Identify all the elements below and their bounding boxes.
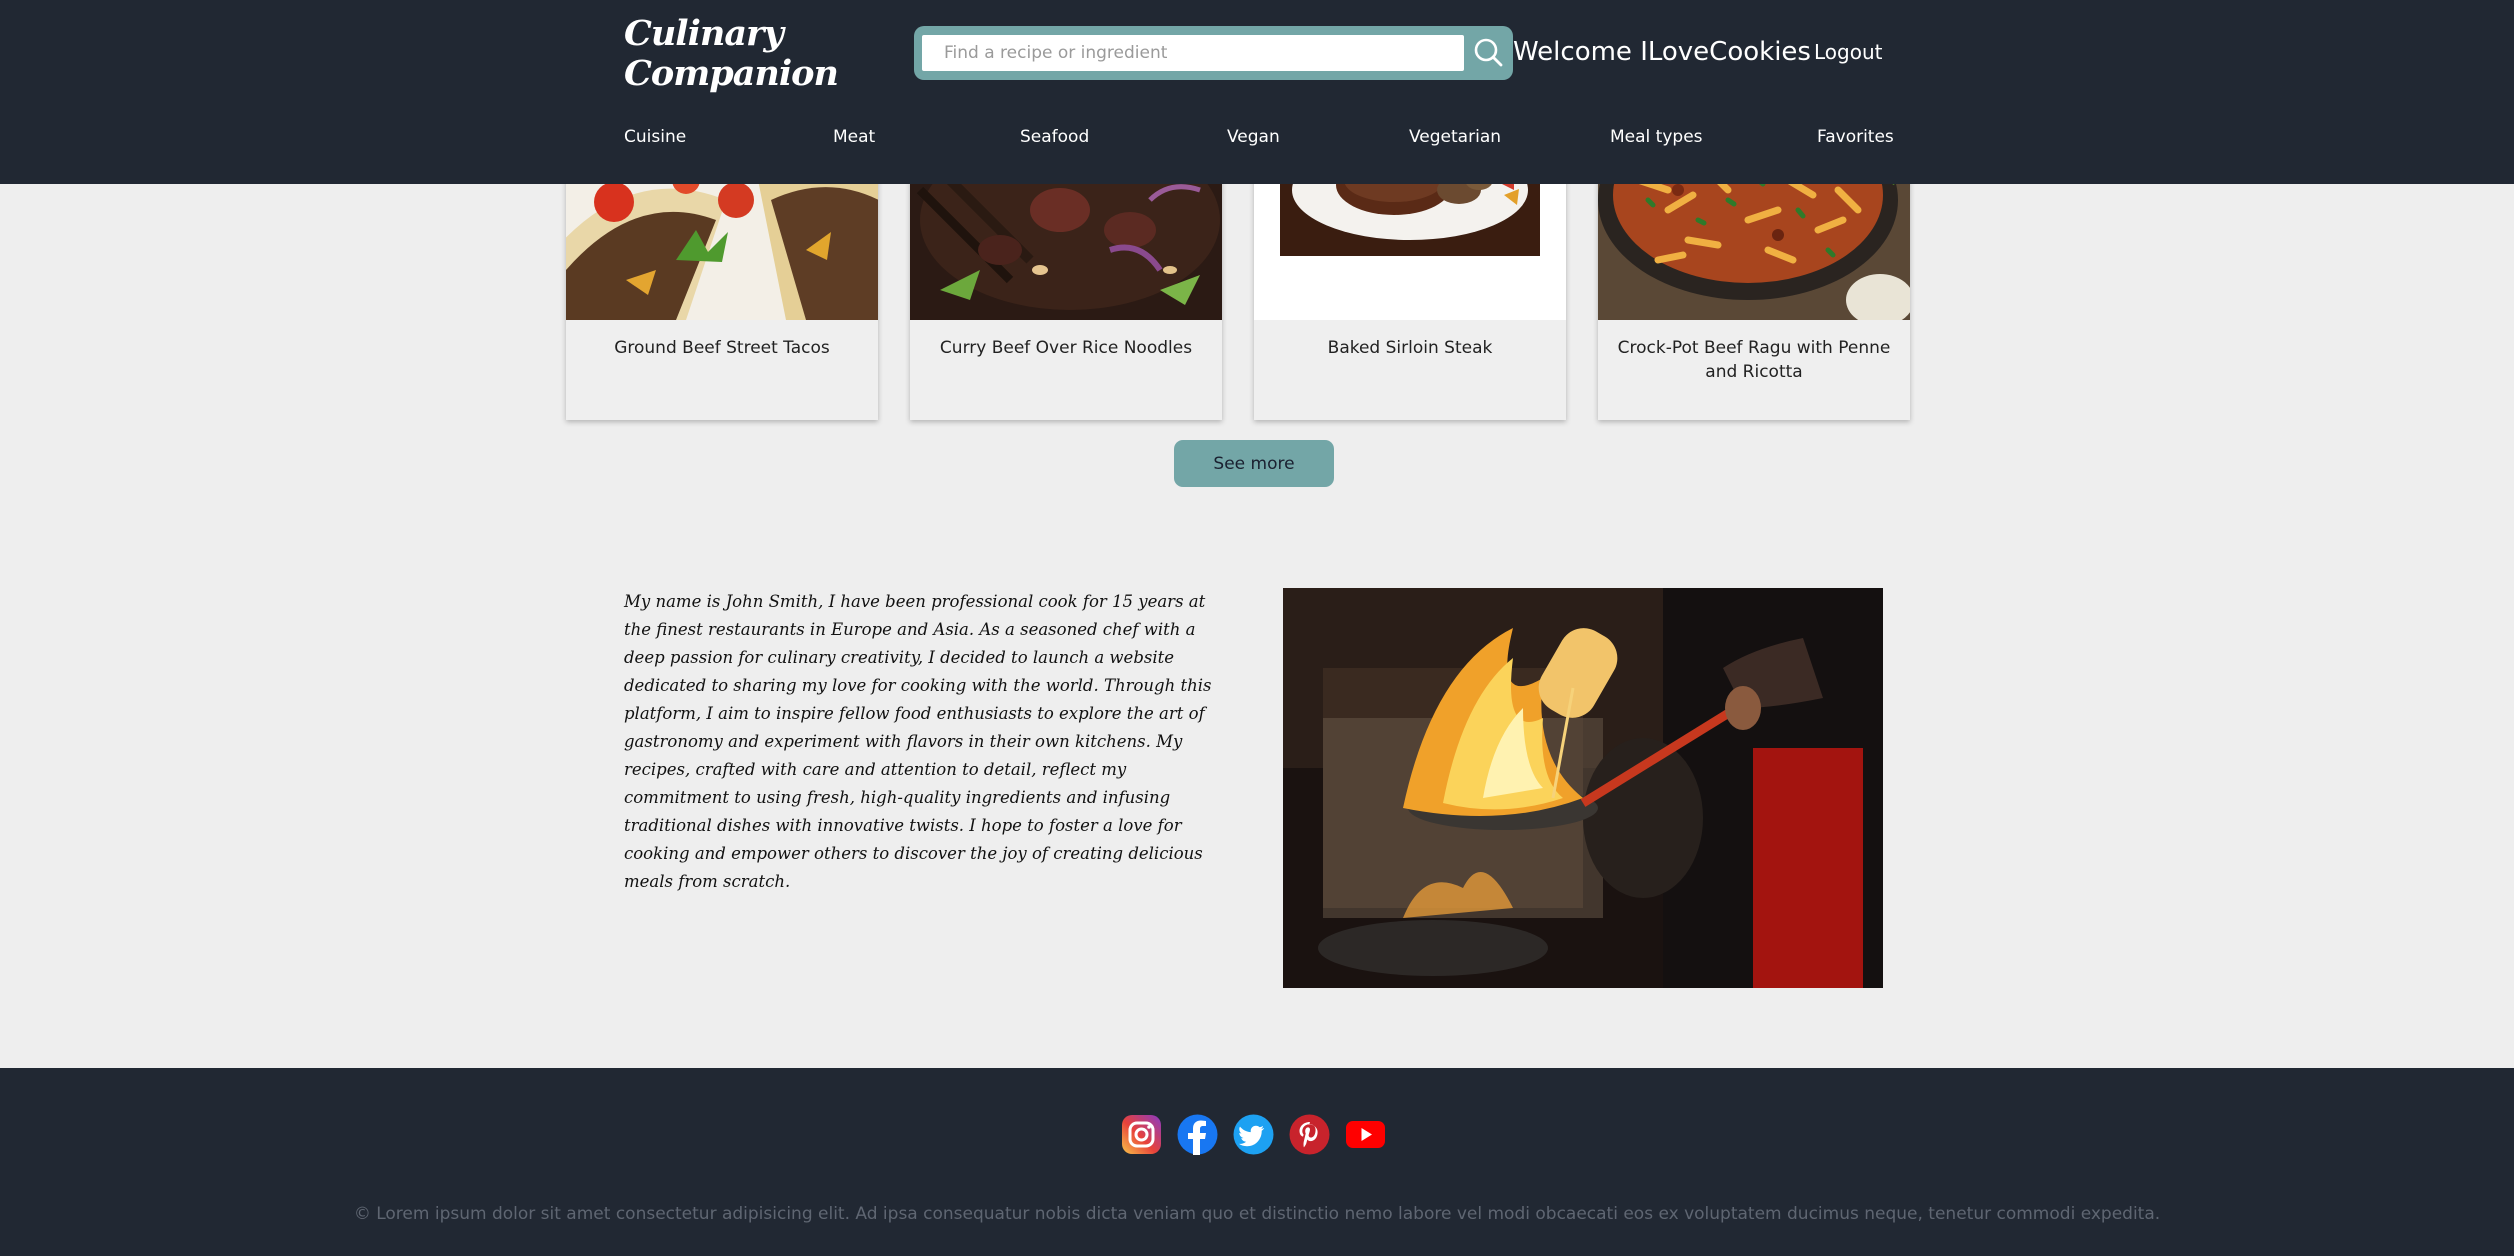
site-header: Culinary Companion Welcome ILoveCookies … [0, 0, 2514, 184]
instagram-icon[interactable] [1121, 1114, 1162, 1155]
search-input[interactable] [922, 35, 1464, 71]
youtube-icon[interactable] [1345, 1114, 1386, 1155]
logo-line-2: Companion [624, 53, 839, 94]
recipe-title: Ground Beef Street Tacos [614, 338, 830, 358]
see-more-button[interactable]: See more [1174, 440, 1334, 487]
search-bar [914, 26, 1513, 80]
nav-seafood[interactable]: Seafood [1020, 124, 1089, 150]
chef-cooking-image [1283, 588, 1883, 988]
about-chef-text: My name is John Smith, I have been profe… [624, 592, 1212, 891]
recipe-title: Crock-Pot Beef Ragu with Penne and Ricot… [1617, 338, 1891, 382]
nav-meal-types[interactable]: Meal types [1610, 124, 1703, 150]
twitter-icon[interactable] [1233, 1114, 1274, 1155]
main-nav: Cuisine Meat Seafood Vegan Vegetarian Me… [0, 124, 2514, 152]
nav-meat[interactable]: Meat [833, 124, 875, 150]
site-footer: © Lorem ipsum dolor sit amet consectetur… [0, 1068, 2514, 1256]
recipe-title: Baked Sirloin Steak [1327, 338, 1493, 358]
nav-cuisine[interactable]: Cuisine [624, 124, 686, 150]
welcome-message: Welcome ILoveCookies [1513, 37, 1811, 67]
recipe-title: Curry Beef Over Rice Noodles [939, 338, 1193, 358]
logo-line-1: Culinary [624, 13, 784, 54]
pinterest-icon[interactable] [1289, 1114, 1330, 1155]
nav-favorites[interactable]: Favorites [1817, 124, 1894, 150]
nav-vegan[interactable]: Vegan [1227, 124, 1280, 150]
search-button[interactable] [1466, 31, 1510, 75]
site-logo[interactable]: Culinary Companion [624, 13, 839, 94]
search-icon [1474, 38, 1503, 67]
nav-vegetarian[interactable]: Vegetarian [1409, 124, 1501, 150]
copyright-text: © Lorem ipsum dolor sit amet consectetur… [353, 1204, 2161, 1224]
logout-link[interactable]: Logout [1814, 38, 1882, 66]
facebook-icon[interactable] [1177, 1114, 1218, 1155]
